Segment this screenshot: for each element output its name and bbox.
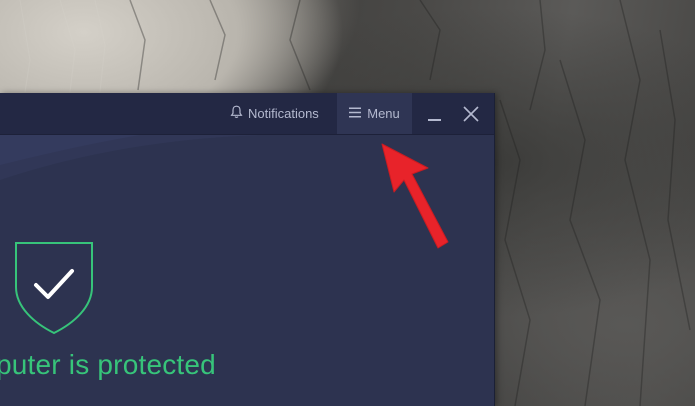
menu-button[interactable]: Menu <box>337 93 412 134</box>
protection-status-text: puter is protected <box>0 349 216 380</box>
close-button[interactable] <box>460 103 482 125</box>
hamburger-icon <box>349 106 367 121</box>
minimize-button[interactable] <box>420 93 448 134</box>
bell-icon <box>230 105 248 122</box>
title-bar: Notifications Menu <box>0 93 494 135</box>
shield-check-icon <box>15 242 93 335</box>
minimize-icon <box>428 119 441 121</box>
notifications-button[interactable]: Notifications <box>222 93 327 134</box>
red-arrow-annotation <box>381 143 449 249</box>
notifications-label: Notifications <box>248 106 319 121</box>
menu-label: Menu <box>367 106 400 121</box>
close-icon <box>463 106 479 122</box>
